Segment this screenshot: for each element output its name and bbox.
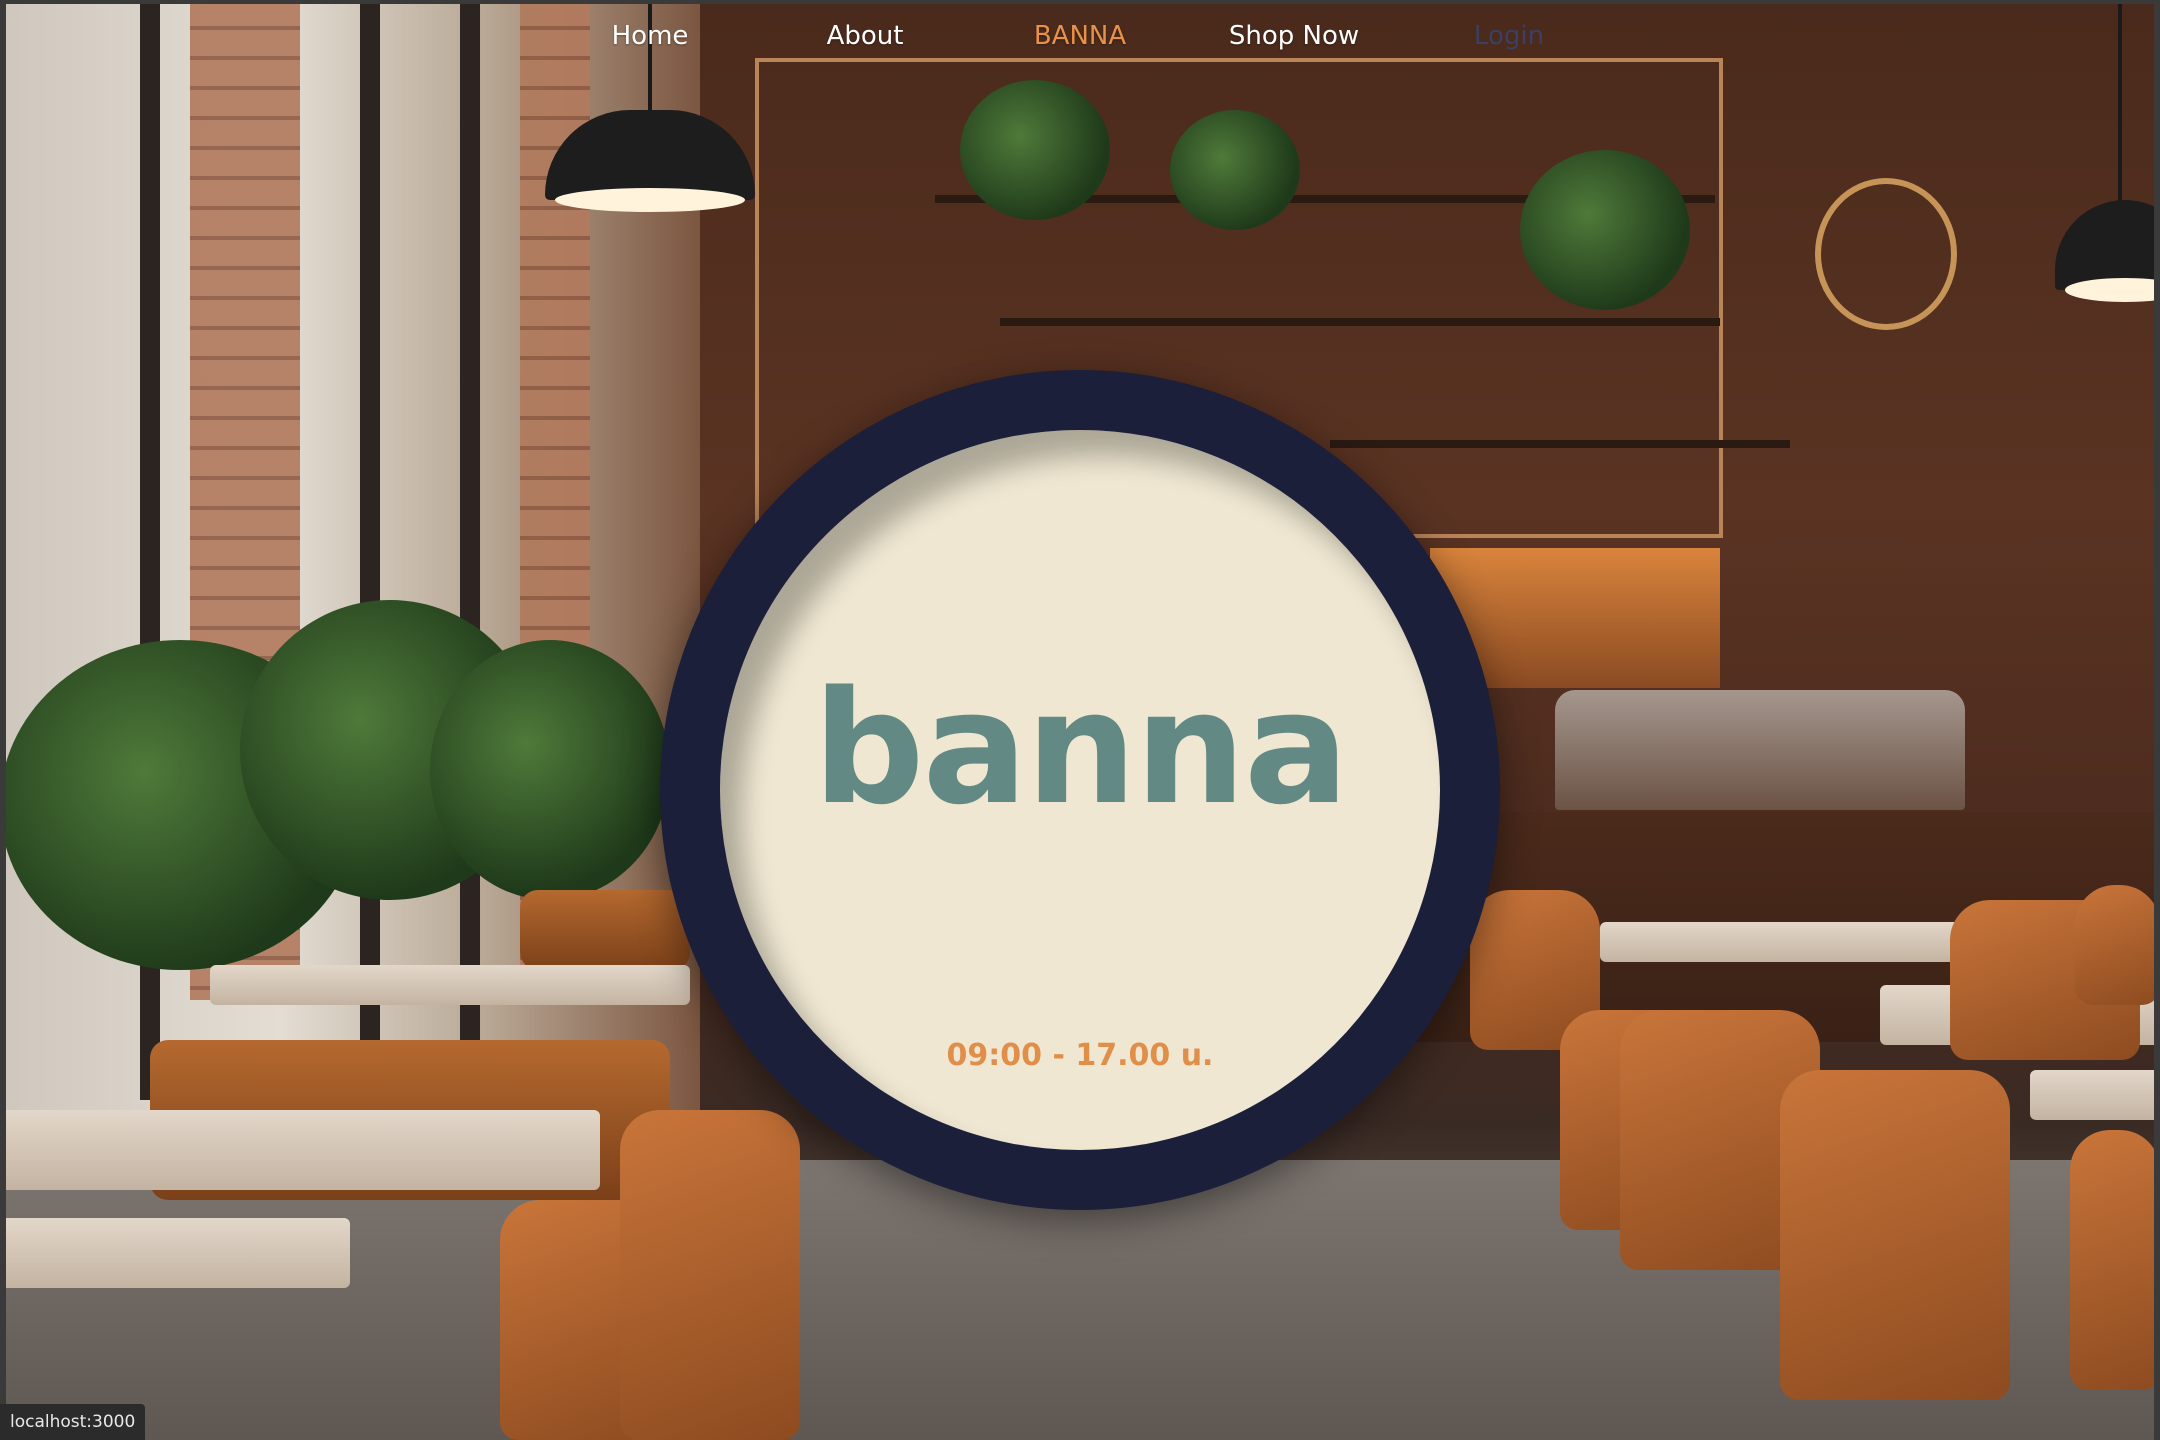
brand-logo-text: banna xyxy=(812,657,1349,839)
table xyxy=(1600,922,2000,962)
booth-seat xyxy=(520,890,690,970)
window-frame xyxy=(360,0,380,1100)
window-border xyxy=(0,0,2160,4)
chair xyxy=(1780,1070,2010,1400)
pendant-lamp xyxy=(2055,200,2160,302)
page: Home About BANNA Shop Now Login banna 09… xyxy=(0,0,2160,1440)
table xyxy=(0,1110,600,1190)
hanging-plant xyxy=(1520,150,1690,310)
opening-hours: 09:00 - 17.00 u. xyxy=(946,1038,1214,1073)
top-navigation: Home About BANNA Shop Now Login xyxy=(0,14,2160,58)
hanging-plant xyxy=(1170,110,1300,230)
window-border xyxy=(0,0,6,1440)
window-frame xyxy=(460,0,480,1100)
chair xyxy=(620,1110,800,1440)
decor-ring xyxy=(1815,178,1957,330)
table xyxy=(210,965,690,1005)
shelf xyxy=(1000,318,1720,326)
nav-login-link[interactable]: Login xyxy=(1474,14,1544,58)
chair xyxy=(2075,885,2160,1005)
nav-home-link[interactable]: Home xyxy=(612,14,689,58)
potted-plants xyxy=(430,640,670,900)
chair xyxy=(2070,1130,2160,1390)
table xyxy=(2030,1070,2160,1120)
hero-badge: banna 09:00 - 17.00 u. xyxy=(660,370,1500,1210)
window-border xyxy=(2154,0,2160,1440)
hanging-plant xyxy=(960,80,1110,220)
nav-shop-now-link[interactable]: Shop Now xyxy=(1229,14,1359,58)
status-bar-url: localhost:3000 xyxy=(0,1404,146,1440)
shelf xyxy=(1330,440,1790,448)
table xyxy=(0,1218,350,1288)
nav-about-link[interactable]: About xyxy=(827,14,904,58)
display-case xyxy=(1555,690,1965,810)
nav-banna-link[interactable]: BANNA xyxy=(1034,14,1126,58)
